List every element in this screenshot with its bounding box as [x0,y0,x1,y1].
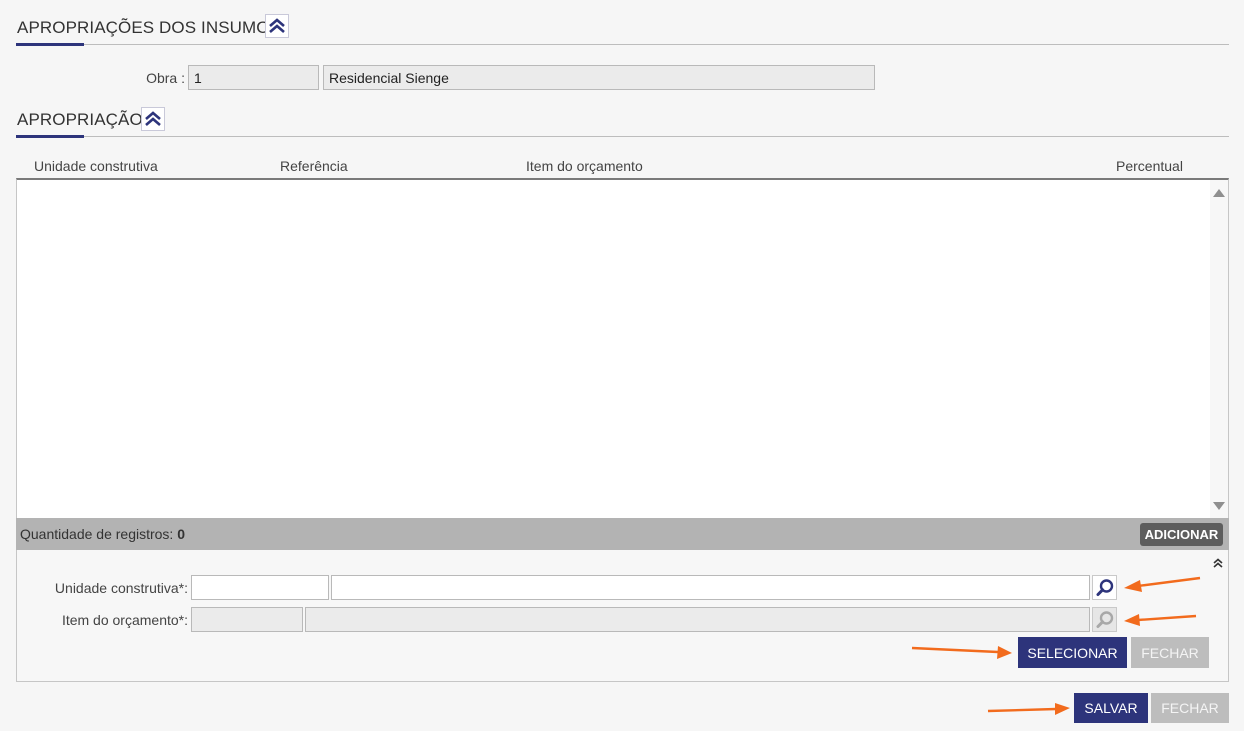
section-accent [16,135,84,138]
item-label: Item do orçamento*: [61,612,188,628]
select-button[interactable]: SELECIONAR [1018,637,1127,668]
search-icon [1096,610,1113,628]
record-count-value: 0 [177,526,186,542]
arrow-icon [987,703,1070,715]
obra-code-field: 1 [188,65,319,90]
collapse-up-icon [269,18,285,33]
unidade-search-button[interactable] [1092,575,1117,600]
panel-close-button: FECHAR [1131,637,1209,668]
grid-footer: Quantidade de registros: 0 ADICIONAR [16,518,1229,550]
section-accent [16,43,84,46]
close-button: FECHAR [1151,693,1229,723]
unidade-label: Unidade construtiva*: [54,580,188,596]
item-search-button [1092,607,1117,632]
section-divider [16,44,1229,45]
section-title-apropriacao: APROPRIAÇÃO [17,110,143,129]
collapse-panel-icon[interactable] [1213,558,1223,568]
column-header-item[interactable]: Item do orçamento [526,158,643,174]
column-header-referencia[interactable]: Referência [280,158,348,174]
grid-scrollbar[interactable] [1210,180,1228,518]
column-header-percentual[interactable]: Percentual [1116,158,1183,174]
add-button[interactable]: ADICIONAR [1140,523,1223,546]
scroll-up-icon[interactable] [1213,188,1225,198]
item-name-input [305,607,1090,632]
scroll-down-icon[interactable] [1213,501,1225,511]
collapse-up-icon [145,111,161,126]
collapse-apropriacao-button[interactable] [141,107,165,131]
grid-body [16,178,1229,519]
item-code-input [191,607,303,632]
unidade-code-input[interactable] [191,575,329,600]
record-count: Quantidade de registros: 0 [20,526,185,542]
obra-name-field: Residencial Sienge [323,65,875,90]
save-button[interactable]: SALVAR [1074,693,1148,723]
obra-label: Obra : [146,70,185,86]
collapse-insumos-button[interactable] [265,14,289,38]
search-icon [1096,578,1113,596]
record-count-label: Quantidade de registros: [20,526,174,542]
section-divider [16,136,1229,137]
unidade-name-input[interactable] [331,575,1090,600]
column-header-unidade[interactable]: Unidade construtiva [34,158,158,174]
section-title-insumos: APROPRIAÇÕES DOS INSUMOS [17,18,282,37]
